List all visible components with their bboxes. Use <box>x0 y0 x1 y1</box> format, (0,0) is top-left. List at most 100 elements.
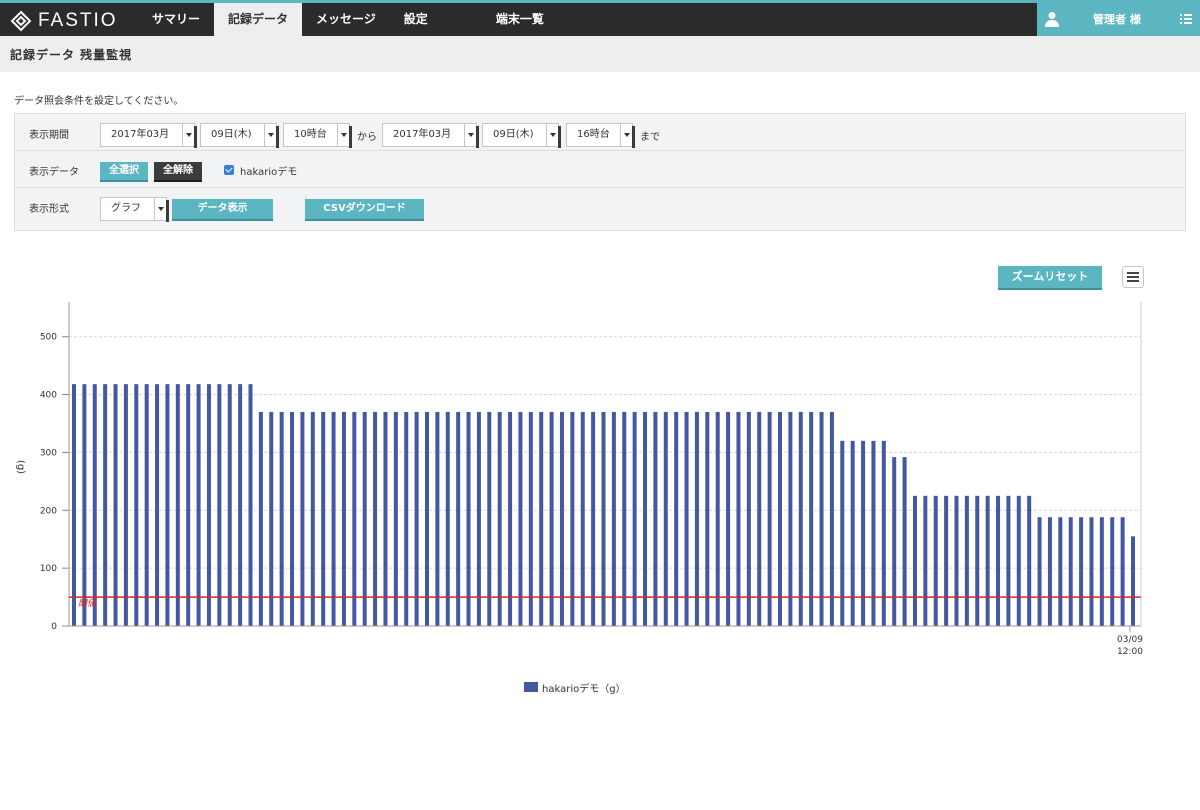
bar[interactable] <box>258 411 263 626</box>
bar[interactable] <box>1079 517 1084 626</box>
bar[interactable] <box>445 411 450 626</box>
bar[interactable] <box>300 411 305 626</box>
user-menu[interactable]: 管理者 様 <box>1037 3 1200 36</box>
bar[interactable] <box>279 411 284 626</box>
bar[interactable] <box>954 495 959 626</box>
select-all-button[interactable]: 全選択 <box>100 162 148 182</box>
list-menu-icon[interactable] <box>1180 13 1192 25</box>
bar[interactable] <box>1047 517 1052 626</box>
logo[interactable]: FASTIO <box>10 6 118 36</box>
from-hour-select[interactable]: 10時台 <box>283 123 352 148</box>
chart-legend[interactable]: hakarioデモ（g） <box>524 680 626 695</box>
bar[interactable] <box>580 411 585 626</box>
bar[interactable] <box>134 384 139 626</box>
bar[interactable] <box>528 411 533 626</box>
bar[interactable] <box>113 384 118 626</box>
bar[interactable] <box>92 384 97 626</box>
bar[interactable] <box>497 411 502 626</box>
bar[interactable] <box>996 495 1001 626</box>
bar[interactable] <box>393 411 398 626</box>
chart-bars[interactable] <box>72 384 1135 626</box>
bar[interactable] <box>227 384 232 626</box>
bar[interactable] <box>217 384 222 626</box>
bar[interactable] <box>456 411 461 626</box>
bar[interactable] <box>902 457 907 626</box>
zoom-reset-button[interactable]: ズームリセット <box>998 266 1102 290</box>
bar[interactable] <box>518 411 523 626</box>
bar[interactable] <box>175 384 180 626</box>
bar[interactable] <box>643 411 648 626</box>
bar[interactable] <box>674 411 679 626</box>
hamburger-icon[interactable] <box>1122 266 1144 288</box>
nav-messages[interactable]: メッセージ <box>302 3 390 36</box>
nav-devices[interactable]: 端末一覧 <box>482 3 558 36</box>
bar[interactable] <box>1037 517 1042 626</box>
to-month-select[interactable]: 2017年03月 <box>382 123 479 148</box>
bar[interactable] <box>736 411 741 626</box>
bar[interactable] <box>892 457 897 626</box>
bar[interactable] <box>72 384 76 626</box>
bar[interactable] <box>373 411 378 626</box>
bar[interactable] <box>487 411 492 626</box>
bar[interactable] <box>1099 517 1104 626</box>
bar[interactable] <box>331 411 336 626</box>
bar[interactable] <box>611 411 616 626</box>
bar[interactable] <box>1058 517 1063 626</box>
bar[interactable] <box>757 411 762 626</box>
bar[interactable] <box>123 384 128 626</box>
bar[interactable] <box>964 495 969 626</box>
bar[interactable] <box>1016 495 1021 626</box>
bar[interactable] <box>82 384 87 626</box>
bar[interactable] <box>269 411 274 626</box>
bar[interactable] <box>1089 517 1094 626</box>
bar[interactable] <box>1006 495 1011 626</box>
bar[interactable] <box>341 411 346 626</box>
bar[interactable] <box>767 411 772 626</box>
bar[interactable] <box>155 384 160 626</box>
bar[interactable] <box>165 384 170 626</box>
csv-download-button[interactable]: CSVダウンロード <box>305 199 424 221</box>
bar[interactable] <box>850 440 855 626</box>
bar[interactable] <box>186 384 191 626</box>
bar[interactable] <box>788 411 793 626</box>
clear-all-button[interactable]: 全解除 <box>154 162 202 182</box>
bar[interactable] <box>684 411 689 626</box>
to-day-select[interactable]: 09日(木) <box>482 123 561 148</box>
bar[interactable] <box>508 411 513 626</box>
bar[interactable] <box>290 411 295 626</box>
bar[interactable] <box>809 411 814 626</box>
bar[interactable] <box>539 411 544 626</box>
bar[interactable] <box>653 411 658 626</box>
bar[interactable] <box>404 411 409 626</box>
bar[interactable] <box>840 440 845 626</box>
to-hour-select[interactable]: 16時台 <box>566 123 635 148</box>
from-month-select[interactable]: 2017年03月 <box>100 123 197 148</box>
show-data-button[interactable]: データ表示 <box>172 199 273 221</box>
bar[interactable] <box>663 411 668 626</box>
bar[interactable] <box>383 411 388 626</box>
bar[interactable] <box>1131 536 1135 626</box>
bar[interactable] <box>944 495 949 626</box>
bar[interactable] <box>778 411 782 626</box>
bar[interactable] <box>362 411 367 626</box>
nav-settings[interactable]: 設定 <box>390 3 442 36</box>
bar[interactable] <box>705 411 710 626</box>
bar[interactable] <box>435 411 440 626</box>
bar[interactable] <box>559 411 564 626</box>
bar[interactable] <box>726 411 731 626</box>
bar[interactable] <box>985 495 990 626</box>
nav-records[interactable]: 記録データ <box>214 3 303 36</box>
bar[interactable] <box>196 384 201 626</box>
format-select[interactable]: グラフ <box>100 197 169 222</box>
device-checkbox-label[interactable]: hakarioデモ <box>240 163 297 178</box>
bar[interactable] <box>632 411 637 626</box>
bar[interactable] <box>871 440 876 626</box>
device-checkbox[interactable] <box>224 165 234 175</box>
bar[interactable] <box>549 411 554 626</box>
bar[interactable] <box>466 411 471 626</box>
bar[interactable] <box>1120 517 1125 626</box>
bar[interactable] <box>425 411 429 626</box>
bar[interactable] <box>103 384 108 626</box>
bar[interactable] <box>248 384 253 626</box>
bar[interactable] <box>923 495 928 626</box>
